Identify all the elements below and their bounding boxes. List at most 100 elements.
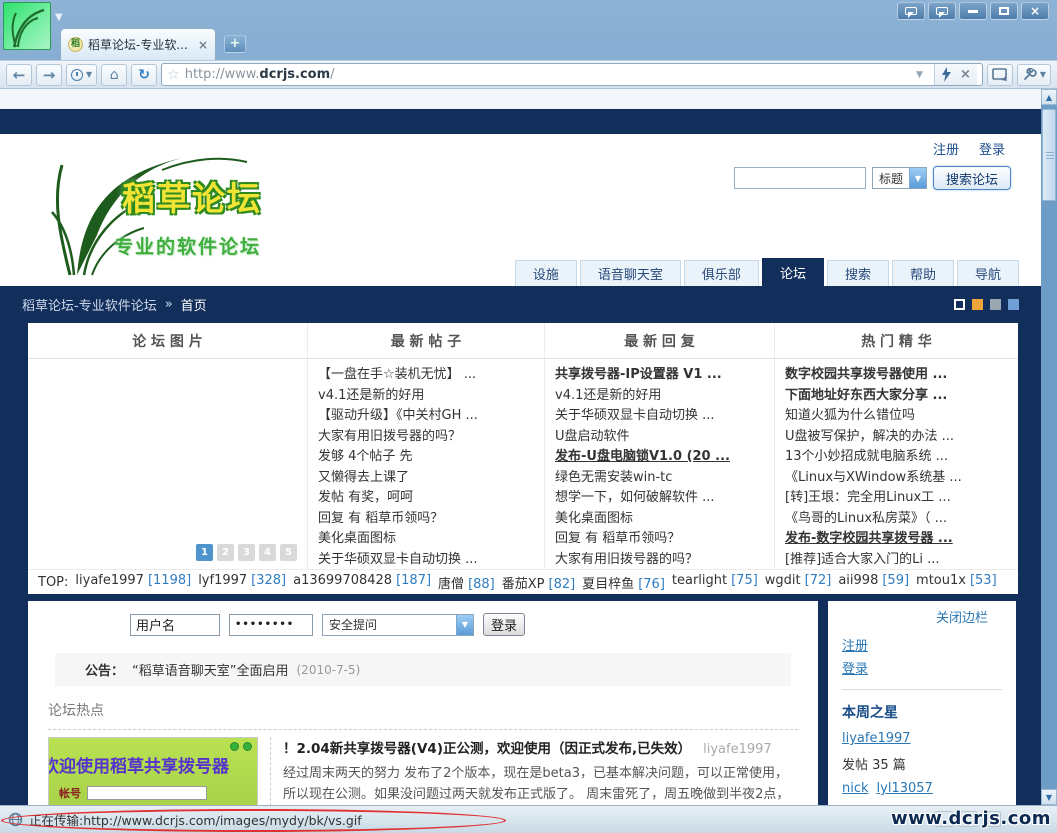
post-link[interactable]: v4.1还是新的好用 — [318, 386, 540, 407]
top-user-link[interactable]: a13699708428[187] — [293, 573, 431, 592]
username-field[interactable]: 用户名 — [130, 614, 220, 636]
reply-link[interactable]: 发布-U盘电脑锁V1.0 (20 ... — [555, 447, 770, 468]
bookmark-star-icon[interactable]: ☆ — [167, 67, 180, 83]
search-forum-button[interactable]: 搜索论坛 — [933, 166, 1011, 190]
post-link[interactable]: 美化桌面图标 — [318, 529, 540, 550]
url-dropdown-caret-icon[interactable]: ▼ — [912, 70, 927, 80]
stop-loading-icon[interactable]: × — [960, 67, 971, 82]
url-bar[interactable]: ☆ http://www.dcrjs.com/ ▼ × — [161, 63, 983, 86]
digest-link[interactable]: [推荐]适合大家入门的Li ... — [785, 550, 1014, 571]
post-link[interactable]: 【驱动升级】《中关村GH ... — [318, 406, 540, 427]
digest-link[interactable]: 《Linux与XWindow系统基 ... — [785, 468, 1014, 489]
post-link[interactable]: 【一盘在手☆装机无忧】 ... — [318, 365, 540, 386]
post-link[interactable]: 发帖 有奖，呵呵 — [318, 488, 540, 509]
announcement-link[interactable]: “稻草语音聊天室”全面启用 — [132, 660, 288, 679]
maximize-button[interactable] — [990, 2, 1018, 20]
minimize-button[interactable] — [959, 2, 987, 20]
top-user-link[interactable]: lyf1997[328] — [198, 573, 286, 592]
search-input[interactable] — [734, 167, 866, 189]
style-square-navy[interactable] — [954, 299, 965, 310]
home-button[interactable]: ⌂ — [101, 64, 127, 86]
digest-link[interactable]: [转]王垠：完全用Linux工 ... — [785, 488, 1014, 509]
nick-link[interactable]: nick — [842, 781, 869, 796]
reply-link[interactable]: v4.1还是新的好用 — [555, 386, 770, 407]
history-dropdown-button[interactable]: ▼ — [66, 64, 97, 86]
breadcrumb-home-link[interactable]: 首页 — [181, 295, 207, 314]
search-type-select[interactable]: 标题 ▼ — [872, 167, 927, 189]
page-dot-button[interactable]: 1 — [196, 544, 213, 561]
top-user-link[interactable]: liyafe1997[1198] — [75, 573, 191, 592]
top-user-link[interactable]: wgdit[72] — [765, 573, 832, 592]
reply-link[interactable]: 美化桌面图标 — [555, 509, 770, 530]
scroll-down-button[interactable]: ▼ — [1041, 789, 1057, 805]
digest-link[interactable]: 发布-数字校园共享拨号器 ... — [785, 529, 1014, 550]
style-square-gray[interactable] — [990, 299, 1001, 310]
forum-tab[interactable]: 论坛 — [762, 258, 824, 286]
page-dot-button[interactable]: 5 — [280, 544, 297, 561]
sidebar-login-link[interactable]: 登录 — [842, 658, 868, 677]
page-dot-button[interactable]: 3 — [238, 544, 255, 561]
site-logo[interactable]: 稻草论坛 专业的软件论坛 — [22, 140, 342, 280]
vertical-scrollbar[interactable]: ▲ ▼ — [1041, 89, 1057, 805]
top-user-link[interactable]: 唐僧[88] — [438, 573, 495, 592]
style-square-orange[interactable] — [972, 299, 983, 310]
reply-link[interactable]: 回复 有 稻草币领吗？ — [555, 529, 770, 550]
nick-value-link[interactable]: lyl13057 — [877, 781, 933, 796]
tools-wrench-button[interactable]: ▼ — [1017, 64, 1051, 86]
post-link[interactable]: 又懒得去上课了 — [318, 468, 540, 489]
post-link[interactable]: 发够 4个帖子 先 — [318, 447, 540, 468]
scroll-up-button[interactable]: ▲ — [1041, 89, 1057, 105]
dialer-screenshot-image[interactable]: 欢迎使用稻草共享拨号器 帐号 — [48, 737, 258, 805]
hot-topic-author-link[interactable]: liyafe1997 — [703, 742, 772, 757]
new-tab-button[interactable]: + — [224, 35, 246, 53]
reply-link[interactable]: 绿色无需安装win-tc — [555, 468, 770, 489]
top-user-link[interactable]: tearlight[75] — [672, 573, 758, 592]
top-user-link[interactable]: 番茄XP[82] — [502, 573, 575, 592]
login-link[interactable]: 登录 — [979, 139, 1005, 158]
forum-tab[interactable]: 俱乐部 — [684, 260, 759, 286]
close-sidebar-link[interactable]: 关闭边栏 — [842, 607, 1002, 626]
forum-tab[interactable]: 语音聊天室 — [580, 260, 681, 286]
breadcrumb-site-link[interactable]: 稻草论坛-专业软件论坛 — [22, 295, 157, 314]
reply-link[interactable]: 想学一下，如何破解软件 ... — [555, 488, 770, 509]
digest-link[interactable]: 数字校园共享拨号器使用 ... — [785, 365, 1014, 386]
page-dot-button[interactable]: 2 — [217, 544, 234, 561]
post-link[interactable]: 关于华硕双显卡自动切换 ... — [318, 550, 540, 571]
top-user-link[interactable]: 夏目梓鱼[76] — [582, 573, 665, 592]
hot-topic-title-link[interactable]: ！2.04新共享拨号器(V4)正公测，欢迎使用（因正式发布,已失效） — [283, 737, 691, 757]
tab-close-icon[interactable]: × — [198, 38, 208, 52]
digest-link[interactable]: 下面地址好东西大家分享 ... — [785, 386, 1014, 407]
style-square-blue[interactable] — [1008, 299, 1019, 310]
refresh-button[interactable]: ↻ — [131, 64, 157, 86]
close-button[interactable]: × — [1021, 2, 1049, 20]
page-capture-button[interactable] — [987, 64, 1013, 86]
security-question-select[interactable]: 安全提问 ▼ — [322, 614, 474, 636]
browser-tab[interactable]: 稻 稻草论坛-专业软... × — [60, 28, 216, 60]
register-link[interactable]: 注册 — [933, 139, 959, 158]
reply-link[interactable]: 大家有用旧拨号器的吗？ — [555, 550, 770, 571]
feedback-bubble-button[interactable] — [897, 2, 925, 20]
post-link[interactable]: 大家有用旧拨号器的吗？ — [318, 427, 540, 448]
forum-tab[interactable]: 导航 — [957, 260, 1019, 286]
comment-bubble-button[interactable] — [928, 2, 956, 20]
app-logo-icon[interactable] — [3, 2, 51, 50]
quick-dial-lightning-icon[interactable] — [941, 67, 952, 82]
digest-link[interactable]: 《鸟哥的Linux私房菜》（ ... — [785, 509, 1014, 530]
week-star-user-link[interactable]: liyafe1997 — [842, 731, 911, 746]
post-link[interactable]: 回复 有 稻草币领吗？ — [318, 509, 540, 530]
digest-link[interactable]: U盘被写保护，解决的办法 ... — [785, 427, 1014, 448]
top-user-link[interactable]: mtou1x[53] — [916, 573, 997, 592]
forum-tab[interactable]: 搜索 — [827, 260, 889, 286]
forum-tab[interactable]: 帮助 — [892, 260, 954, 286]
forward-button[interactable]: → — [36, 64, 62, 86]
back-button[interactable]: ← — [6, 64, 32, 86]
page-dot-button[interactable]: 4 — [259, 544, 276, 561]
digest-link[interactable]: 知道火狐为什么错位吗 — [785, 406, 1014, 427]
top-user-link[interactable]: aii998[59] — [838, 573, 909, 592]
password-field[interactable]: •••••••• — [229, 614, 313, 636]
login-submit-button[interactable]: 登录 — [483, 613, 525, 636]
forum-tab[interactable]: 设施 — [515, 260, 577, 286]
reply-link[interactable]: 关于华硕双显卡自动切换 ... — [555, 406, 770, 427]
digest-link[interactable]: 13个小妙招成就电脑系统 ... — [785, 447, 1014, 468]
reply-link[interactable]: U盘启动软件 — [555, 427, 770, 448]
